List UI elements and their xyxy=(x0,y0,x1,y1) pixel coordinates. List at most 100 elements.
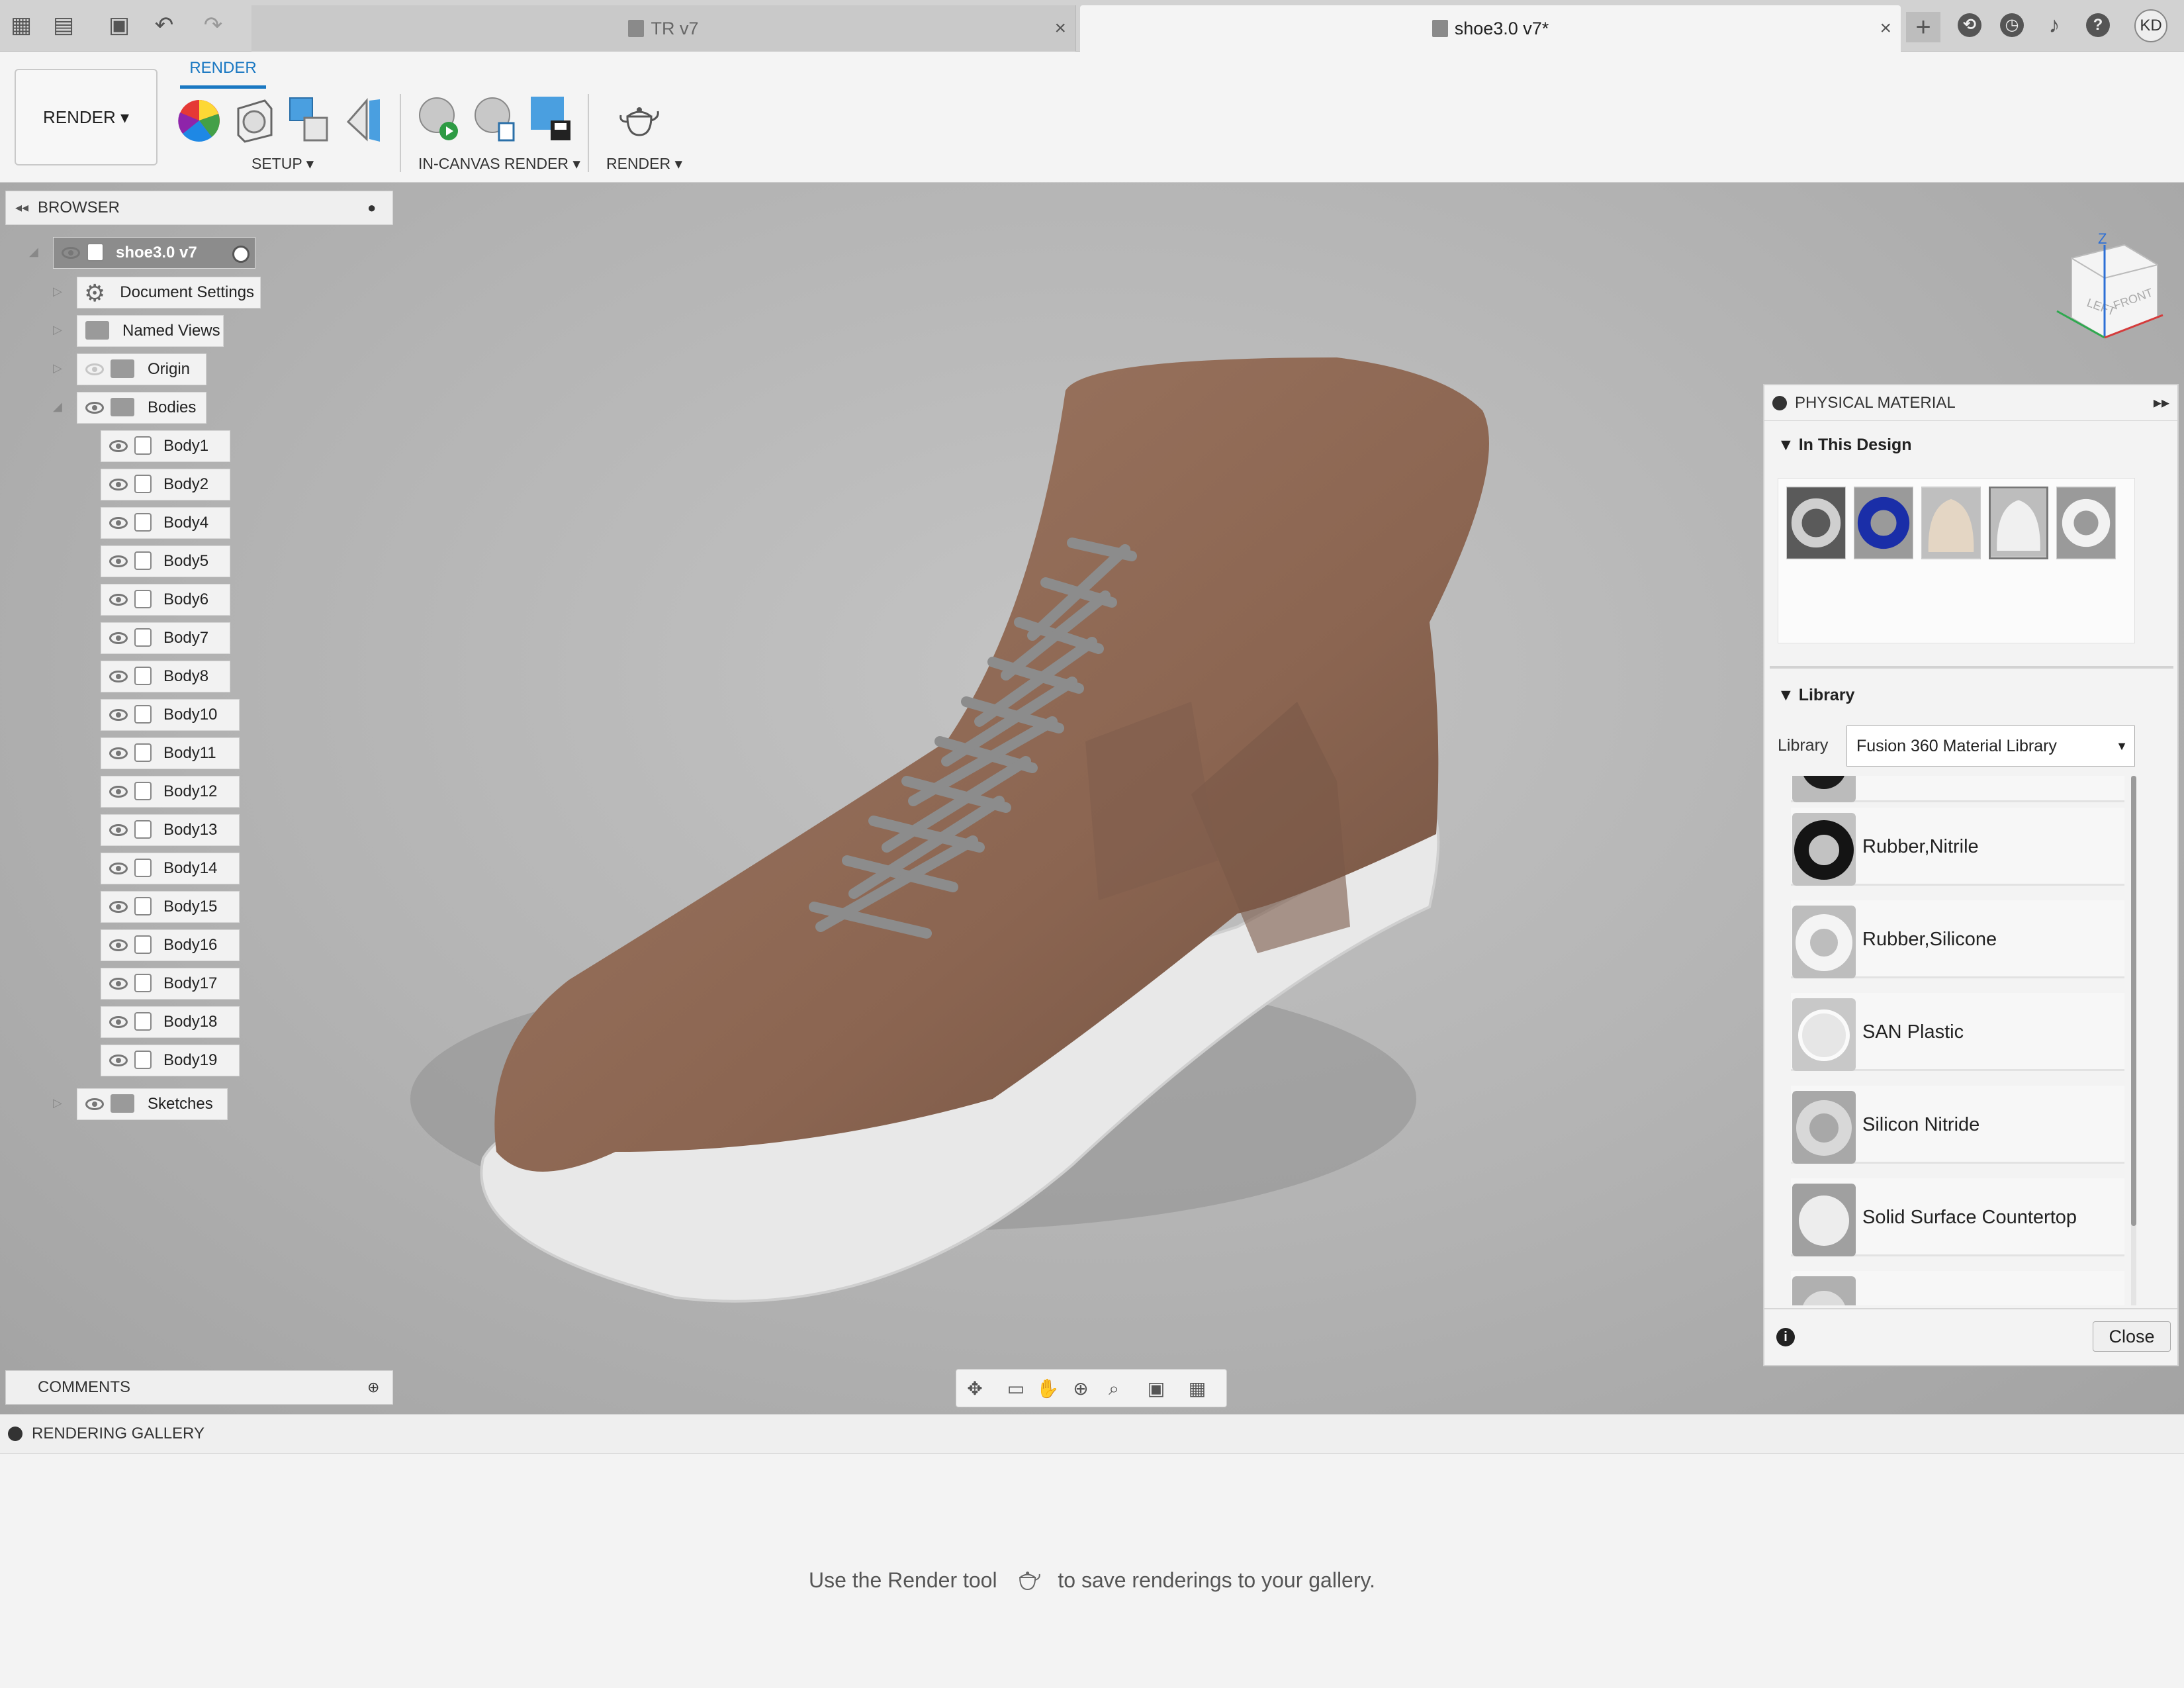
library-select[interactable]: Fusion 360 Material Library ▼ xyxy=(1846,726,2135,767)
browser-item-body[interactable]: Body1 xyxy=(101,430,230,462)
appearance-icon[interactable] xyxy=(175,93,224,144)
list-item[interactable]: Solid Surface Countertop xyxy=(1791,1178,2124,1256)
visibility-icon[interactable] xyxy=(109,555,128,567)
browser-item-body[interactable]: Body13 xyxy=(101,814,240,846)
tab-render[interactable]: RENDER xyxy=(180,58,266,89)
visibility-icon[interactable] xyxy=(109,479,128,491)
display-settings-icon[interactable]: ▣ xyxy=(1143,1376,1169,1401)
visibility-icon[interactable] xyxy=(109,517,128,529)
scrollbar-thumb[interactable] xyxy=(2131,776,2136,1226)
in-canvas-render-settings-icon[interactable] xyxy=(470,93,519,144)
tab-tr-v7[interactable]: TR v7 × xyxy=(251,5,1076,52)
collapse-panel-icon[interactable] xyxy=(1772,396,1787,410)
redo-icon[interactable]: ↷ xyxy=(200,12,226,38)
browser-item-body[interactable]: Body17 xyxy=(101,968,240,1000)
visibility-icon[interactable] xyxy=(109,978,128,990)
scene-settings-icon[interactable] xyxy=(229,93,278,144)
new-tab-button[interactable]: + xyxy=(1906,12,1940,42)
browser-header[interactable]: ◂◂ BROWSER ● xyxy=(5,191,393,225)
viewcube[interactable]: LEFT FRONT Z xyxy=(2052,232,2164,351)
setup-dropdown[interactable]: SETUP ▾ xyxy=(251,155,314,173)
browser-item-document-settings[interactable]: ⚙ Document Settings xyxy=(77,277,261,308)
zoom-icon[interactable]: ⊕ xyxy=(1068,1376,1094,1401)
close-tab-icon[interactable]: × xyxy=(1880,5,1891,52)
list-item[interactable]: Rubber,Nitrile xyxy=(1791,808,2124,886)
collapse-icon[interactable]: ◂◂ xyxy=(15,191,28,224)
browser-item-body[interactable]: Body16 xyxy=(101,929,240,961)
orbit-icon[interactable]: ✥ xyxy=(962,1376,988,1401)
collapse-gallery-icon[interactable] xyxy=(8,1427,23,1441)
collapse-arrow-icon[interactable]: ◢ xyxy=(53,400,62,414)
user-avatar[interactable]: KD xyxy=(2134,9,2167,42)
render-teapot-icon[interactable] xyxy=(614,93,663,144)
save-icon[interactable]: ▣ xyxy=(106,12,132,38)
app-grid-icon[interactable]: ▦ xyxy=(8,12,34,38)
list-item[interactable]: Silicon Nitride xyxy=(1791,1086,2124,1164)
visibility-icon[interactable] xyxy=(109,824,128,836)
material-thumb-fabric[interactable] xyxy=(1921,487,1981,559)
visibility-icon[interactable] xyxy=(109,1055,128,1066)
capture-image-icon[interactable] xyxy=(525,93,574,144)
file-menu-icon[interactable]: ▤ xyxy=(50,12,77,38)
visibility-icon[interactable] xyxy=(109,939,128,951)
comments-header[interactable]: COMMENTS ⊕ xyxy=(5,1370,393,1405)
in-canvas-render-icon[interactable] xyxy=(414,93,463,144)
visibility-icon[interactable] xyxy=(109,709,128,721)
visibility-hidden-icon[interactable] xyxy=(85,363,104,375)
visibility-icon[interactable] xyxy=(109,671,128,682)
fit-icon[interactable]: ⌕ xyxy=(1101,1376,1127,1401)
pin-icon[interactable]: ● xyxy=(367,191,376,224)
visibility-icon[interactable] xyxy=(85,402,104,414)
render-dropdown[interactable]: RENDER ▾ xyxy=(606,155,682,173)
browser-item-body[interactable]: Body5 xyxy=(101,545,230,577)
browser-item-named-views[interactable]: Named Views xyxy=(77,315,224,347)
browser-item-body[interactable]: Body2 xyxy=(101,469,230,500)
browser-item-body[interactable]: Body15 xyxy=(101,891,240,923)
in-design-section[interactable]: ▼ In This Design xyxy=(1778,436,1912,455)
help-icon[interactable]: ? xyxy=(2086,13,2110,37)
material-thumb-cloth[interactable] xyxy=(1989,487,2048,559)
visibility-icon[interactable] xyxy=(109,440,128,452)
list-item[interactable]: SAN Plastic xyxy=(1791,993,2124,1071)
workspace-switcher[interactable]: RENDER ▾ xyxy=(15,69,158,165)
visibility-icon[interactable] xyxy=(62,247,80,259)
browser-item-body[interactable]: Body8 xyxy=(101,661,230,692)
tab-shoe3[interactable]: shoe3.0 v7* × xyxy=(1080,5,1901,52)
activate-radio[interactable] xyxy=(232,246,250,263)
rendering-gallery-header[interactable]: RENDERING GALLERY xyxy=(0,1414,2184,1454)
in-canvas-render-dropdown[interactable]: IN-CANVAS RENDER ▾ xyxy=(418,155,580,173)
decal-icon[interactable] xyxy=(340,93,389,144)
visibility-icon[interactable] xyxy=(109,632,128,644)
browser-item-body[interactable]: Body4 xyxy=(101,507,230,539)
visibility-icon[interactable] xyxy=(85,1098,104,1110)
browser-item-body[interactable]: Body19 xyxy=(101,1045,240,1076)
grid-settings-icon[interactable]: ▦ xyxy=(1184,1376,1210,1401)
browser-item-body[interactable]: Body11 xyxy=(101,737,240,769)
visibility-icon[interactable] xyxy=(109,747,128,759)
browser-item-body[interactable]: Body18 xyxy=(101,1006,240,1038)
library-section[interactable]: ▼ Library xyxy=(1778,686,1854,705)
list-item[interactable] xyxy=(1791,1271,2124,1305)
list-item[interactable]: Rubber,Silicone xyxy=(1791,900,2124,978)
browser-item-sketches[interactable]: Sketches xyxy=(77,1088,228,1120)
close-tab-icon[interactable]: × xyxy=(1054,5,1066,52)
browser-item-body[interactable]: Body7 xyxy=(101,622,230,654)
notifications-icon[interactable]: ♪ xyxy=(2042,13,2066,37)
browser-item-origin[interactable]: Origin xyxy=(77,353,206,385)
job-status-icon[interactable]: ◷ xyxy=(2000,13,2024,37)
expand-arrow-icon[interactable]: ▷ xyxy=(53,1096,62,1110)
expand-panel-icon[interactable]: ▸▸ xyxy=(2154,385,2169,421)
expand-arrow-icon[interactable]: ▷ xyxy=(53,361,62,375)
list-item[interactable] xyxy=(1791,776,2124,802)
extensions-icon[interactable]: ⟲ xyxy=(1958,13,1981,37)
material-thumb-blue[interactable] xyxy=(1854,487,1913,559)
browser-item-body[interactable]: Body14 xyxy=(101,853,240,884)
material-thumb-silicone[interactable] xyxy=(2056,487,2116,559)
visibility-icon[interactable] xyxy=(109,786,128,798)
visibility-icon[interactable] xyxy=(109,594,128,606)
visibility-icon[interactable] xyxy=(109,1016,128,1028)
browser-item-bodies[interactable]: Bodies xyxy=(77,392,206,424)
info-icon[interactable]: i xyxy=(1776,1328,1795,1346)
expand-arrow-icon[interactable]: ◢ xyxy=(29,245,38,259)
undo-icon[interactable]: ↶ xyxy=(151,12,177,38)
